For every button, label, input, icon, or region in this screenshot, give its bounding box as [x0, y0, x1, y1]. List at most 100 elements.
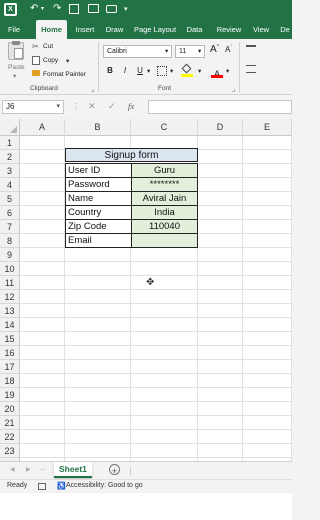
undo-icon[interactable]: ↶: [30, 3, 38, 14]
row-header[interactable]: 2: [0, 150, 20, 164]
clipboard-launcher-icon[interactable]: ⌟: [91, 85, 94, 93]
tab-home[interactable]: Home: [36, 20, 67, 39]
fill-color-icon[interactable]: [181, 63, 193, 78]
paste-icon[interactable]: [8, 41, 24, 60]
tab-view[interactable]: View: [250, 20, 272, 39]
row-header[interactable]: 13: [0, 304, 20, 318]
font-name-select[interactable]: Calibri: [103, 45, 172, 58]
print-icon[interactable]: [88, 4, 99, 13]
formula-input[interactable]: [148, 100, 292, 114]
form-value-cell[interactable]: 110040: [131, 219, 198, 234]
row-header[interactable]: 19: [0, 388, 20, 402]
row-header[interactable]: 16: [0, 346, 20, 360]
column-header-b[interactable]: B: [65, 119, 131, 136]
underline-button[interactable]: U: [135, 66, 145, 75]
align-left-icon[interactable]: [246, 65, 256, 73]
shrink-font-icon[interactable]: Aˇ: [225, 45, 232, 54]
font-size-dropdown-icon[interactable]: ▾: [198, 47, 201, 55]
row-header[interactable]: 6: [0, 206, 20, 220]
select-all-corner[interactable]: [0, 119, 20, 136]
name-box[interactable]: J6 ▾: [2, 100, 64, 114]
form-value-cell[interactable]: [131, 233, 198, 248]
tab-data[interactable]: Data: [183, 20, 206, 39]
font-name-dropdown-icon[interactable]: ▾: [165, 47, 168, 55]
tab-developer[interactable]: De: [278, 20, 292, 39]
form-label-cell[interactable]: Country: [65, 205, 132, 220]
column-header-d[interactable]: D: [198, 119, 243, 136]
undo-dropdown-icon[interactable]: ▾: [41, 5, 44, 12]
row-header[interactable]: 14: [0, 318, 20, 332]
fill-color-dropdown-icon[interactable]: ▾: [198, 67, 201, 75]
row-header[interactable]: 1: [0, 136, 20, 150]
excel-logo-icon[interactable]: X: [4, 3, 17, 16]
format-painter-button[interactable]: Format Painter: [43, 71, 86, 78]
borders-icon[interactable]: [157, 66, 167, 76]
paste-dropdown-icon[interactable]: ▾: [13, 72, 16, 80]
form-label-cell[interactable]: User ID: [65, 163, 132, 178]
row-header[interactable]: 23: [0, 444, 20, 458]
row-header[interactable]: 17: [0, 360, 20, 374]
prev-sheet-icon[interactable]: ◀: [10, 466, 15, 473]
form-value-cell[interactable]: Guru: [131, 163, 198, 178]
paste-button[interactable]: Paste: [8, 64, 25, 71]
column-header-a[interactable]: A: [20, 119, 65, 136]
next-sheet-icon[interactable]: ▶: [26, 466, 31, 473]
sheet-tab-sheet1[interactable]: Sheet1: [54, 462, 92, 478]
tab-page-layout[interactable]: Page Layout: [132, 20, 178, 39]
row-header[interactable]: 3: [0, 164, 20, 178]
font-color-icon[interactable]: A: [211, 64, 223, 79]
redo-icon[interactable]: ↷: [53, 3, 61, 14]
cancel-formula-icon[interactable]: ✕: [88, 101, 96, 112]
font-launcher-icon[interactable]: ⌟: [232, 85, 235, 93]
enter-formula-icon[interactable]: ✓: [108, 101, 116, 112]
font-color-dropdown-icon[interactable]: ▾: [226, 67, 229, 75]
row-header[interactable]: 11: [0, 276, 20, 290]
tab-review[interactable]: Review: [213, 20, 245, 39]
row-header[interactable]: 12: [0, 290, 20, 304]
form-label-cell[interactable]: Name: [65, 191, 132, 206]
add-sheet-button[interactable]: +: [109, 464, 120, 476]
row-header[interactable]: 4: [0, 178, 20, 192]
borders-dropdown-icon[interactable]: ▾: [170, 67, 173, 75]
copy-dropdown-icon[interactable]: ▾: [66, 57, 69, 65]
format-painter-icon[interactable]: [32, 70, 40, 76]
tab-draw[interactable]: Draw: [103, 20, 126, 39]
grow-font-icon[interactable]: A^: [210, 44, 219, 55]
name-box-dropdown-icon[interactable]: ▾: [56, 102, 60, 110]
row-header[interactable]: 22: [0, 430, 20, 444]
tab-file[interactable]: File: [4, 20, 24, 39]
italic-button[interactable]: I: [120, 66, 130, 75]
row-header[interactable]: 8: [0, 234, 20, 248]
form-title-cell[interactable]: Signup form: [65, 148, 198, 162]
row-header[interactable]: 9: [0, 248, 20, 262]
form-label-cell[interactable]: Zip Code: [65, 219, 132, 234]
form-value-cell[interactable]: India: [131, 205, 198, 220]
accessibility-status[interactable]: Accessibility: Good to go: [66, 482, 143, 489]
insert-function-icon[interactable]: fx: [128, 101, 134, 111]
form-value-cell[interactable]: ********: [131, 177, 198, 192]
row-header[interactable]: 7: [0, 220, 20, 234]
row-header[interactable]: 18: [0, 374, 20, 388]
form-label-cell[interactable]: Password: [65, 177, 132, 192]
accessibility-icon[interactable]: ♿: [57, 482, 66, 490]
align-top-icon[interactable]: [246, 45, 256, 53]
cut-button[interactable]: Cut: [43, 43, 53, 50]
camera-icon[interactable]: [106, 5, 117, 13]
copy-button[interactable]: Copy: [43, 57, 58, 64]
form-label-cell[interactable]: Email: [65, 233, 132, 248]
column-header-c[interactable]: C: [131, 119, 198, 136]
row-header[interactable]: 10: [0, 262, 20, 276]
worksheet-grid[interactable]: A B C D E 1 2 3 4 5 6 7 8 9 10 11 12 13 14 15 16 17 18 19 2…: [0, 119, 292, 461]
column-header-e[interactable]: E: [243, 119, 292, 136]
form-value-cell[interactable]: Aviral Jain: [131, 191, 198, 206]
row-header[interactable]: 5: [0, 192, 20, 206]
tab-insert[interactable]: Insert: [72, 20, 98, 39]
customize-toolbar-icon[interactable]: ▾: [124, 5, 128, 13]
row-header[interactable]: 20: [0, 402, 20, 416]
more-sheets-icon[interactable]: ...: [40, 465, 46, 472]
cut-icon[interactable]: ✂: [32, 42, 39, 51]
macro-record-icon[interactable]: [38, 483, 46, 490]
underline-dropdown-icon[interactable]: ▾: [147, 67, 150, 75]
row-header[interactable]: 15: [0, 332, 20, 346]
save-icon[interactable]: [69, 4, 79, 14]
